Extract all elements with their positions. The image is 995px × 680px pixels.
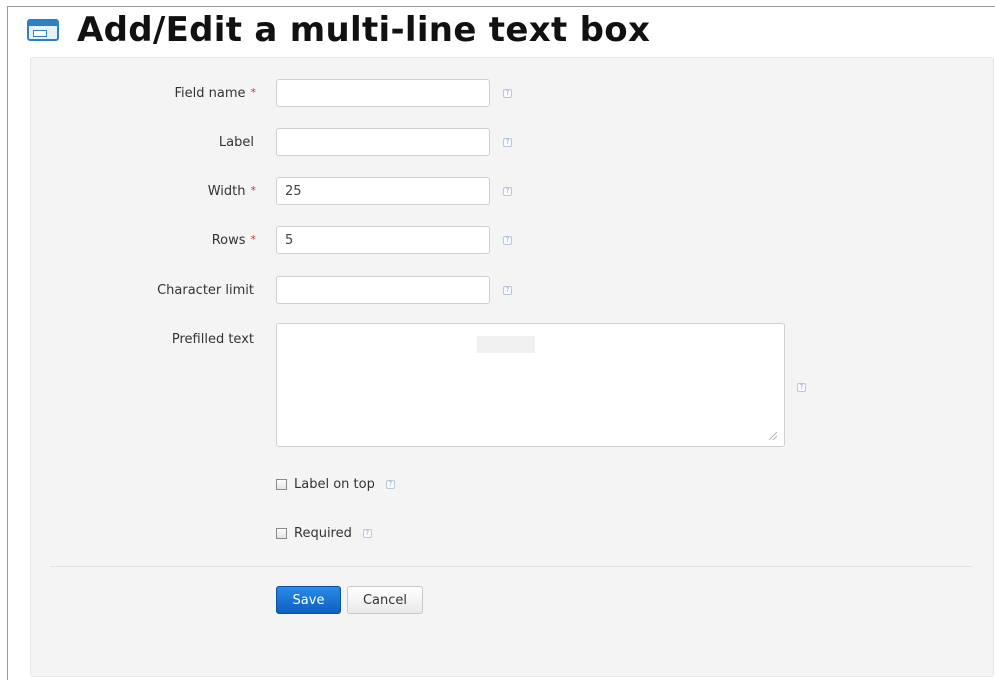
- required-row[interactable]: Required ?: [276, 526, 372, 541]
- prefilled-text-help-icon[interactable]: ?: [797, 383, 806, 392]
- page-header: Add/Edit a multi-line text box: [27, 8, 650, 52]
- width-input[interactable]: [276, 177, 490, 205]
- label-on-top-help-icon[interactable]: ?: [385, 480, 395, 489]
- label-help-icon[interactable]: ?: [503, 138, 512, 147]
- character-limit-label: Character limit: [157, 283, 254, 298]
- field-name-help-icon[interactable]: ?: [503, 89, 512, 98]
- rows-input[interactable]: [276, 226, 490, 254]
- rows-label: Rows *: [211, 233, 257, 248]
- required-marker: *: [250, 86, 257, 99]
- label-on-top-row[interactable]: Label on top ?: [276, 477, 395, 492]
- prefilled-text-area[interactable]: [276, 323, 785, 447]
- label-on-top-text: Label on top: [294, 477, 375, 492]
- textarea-placeholder-block: [477, 336, 535, 353]
- label-label: Label: [218, 135, 254, 150]
- text-box-icon: [27, 19, 59, 41]
- character-limit-help-icon[interactable]: ?: [503, 286, 512, 295]
- required-marker: *: [250, 184, 257, 197]
- resize-grip-icon[interactable]: [769, 432, 777, 440]
- label-input[interactable]: [276, 128, 490, 156]
- required-text: Required: [294, 526, 352, 541]
- field-name-label: Field name *: [174, 86, 257, 101]
- page-title: Add/Edit a multi-line text box: [77, 10, 651, 50]
- prefilled-text-label: Prefilled text: [171, 332, 254, 347]
- form-divider: [50, 566, 972, 567]
- rows-help-icon[interactable]: ?: [503, 236, 512, 245]
- character-limit-input[interactable]: [276, 276, 490, 304]
- save-button[interactable]: Save: [276, 586, 341, 614]
- required-help-icon[interactable]: ?: [362, 529, 372, 538]
- required-marker: *: [250, 233, 257, 246]
- width-label: Width *: [207, 184, 257, 199]
- required-checkbox[interactable]: [276, 528, 287, 539]
- window-border-top: [7, 6, 995, 7]
- label-on-top-checkbox[interactable]: [276, 479, 287, 490]
- field-name-input[interactable]: [276, 79, 490, 107]
- width-help-icon[interactable]: ?: [503, 187, 512, 196]
- cancel-button[interactable]: Cancel: [347, 586, 423, 614]
